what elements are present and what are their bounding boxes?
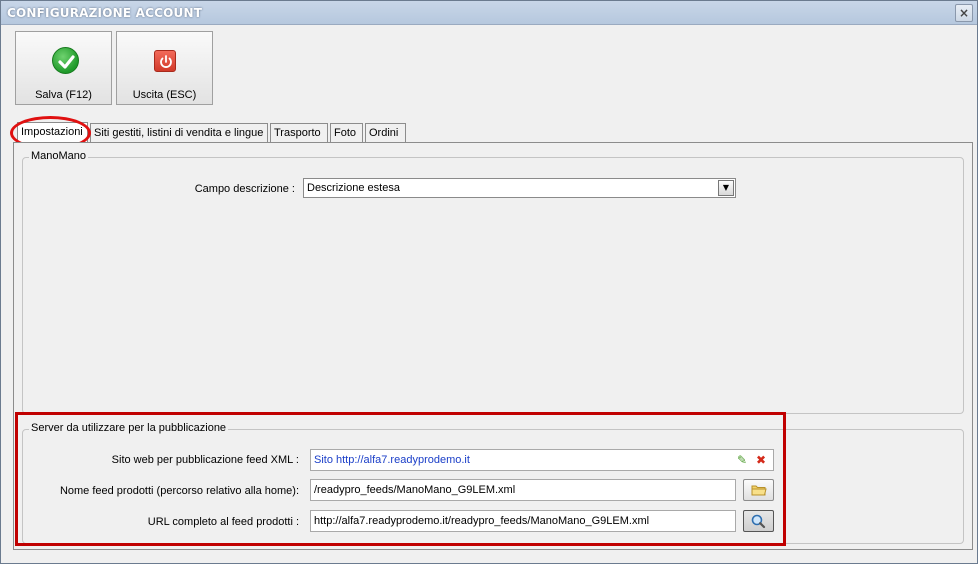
campo-descrizione-value: Descrizione estesa [307, 182, 400, 194]
check-icon [52, 47, 79, 74]
close-button[interactable]: × [955, 4, 973, 22]
chevron-down-icon[interactable]: ▼ [718, 180, 734, 196]
tab-trasporto[interactable]: Trasporto [270, 123, 328, 143]
campo-descrizione-label: Campo descrizione : [194, 183, 295, 195]
server-section-highlight [15, 412, 786, 546]
power-icon [154, 50, 176, 72]
tab-foto[interactable]: Foto [330, 123, 363, 143]
campo-descrizione-select[interactable]: Descrizione estesa ▼ [303, 178, 736, 198]
tab-label: Siti gestiti, listini di vendita e lingu… [94, 127, 264, 139]
save-button-label: Salva (F12) [35, 89, 92, 101]
tab-siti-gestiti[interactable]: Siti gestiti, listini di vendita e lingu… [90, 123, 268, 143]
manomano-groupbox: ManoMano Campo descrizione : Descrizione… [22, 150, 964, 414]
tab-ordini[interactable]: Ordini [365, 123, 406, 143]
title-bar: CONFIGURAZIONE ACCOUNT × [1, 1, 977, 25]
close-icon: × [958, 6, 970, 20]
tab-label: Ordini [369, 127, 399, 139]
account-config-window: CONFIGURAZIONE ACCOUNT × Salva (F12) Usc… [0, 0, 978, 564]
window-title: CONFIGURAZIONE ACCOUNT [7, 6, 203, 20]
exit-button-label: Uscita (ESC) [132, 89, 197, 101]
save-button[interactable]: Salva (F12) [15, 31, 112, 105]
exit-button[interactable]: Uscita (ESC) [116, 31, 213, 105]
tab-label: Trasporto [274, 127, 321, 139]
manomano-legend: ManoMano [29, 150, 89, 162]
tab-label: Foto [334, 127, 357, 139]
